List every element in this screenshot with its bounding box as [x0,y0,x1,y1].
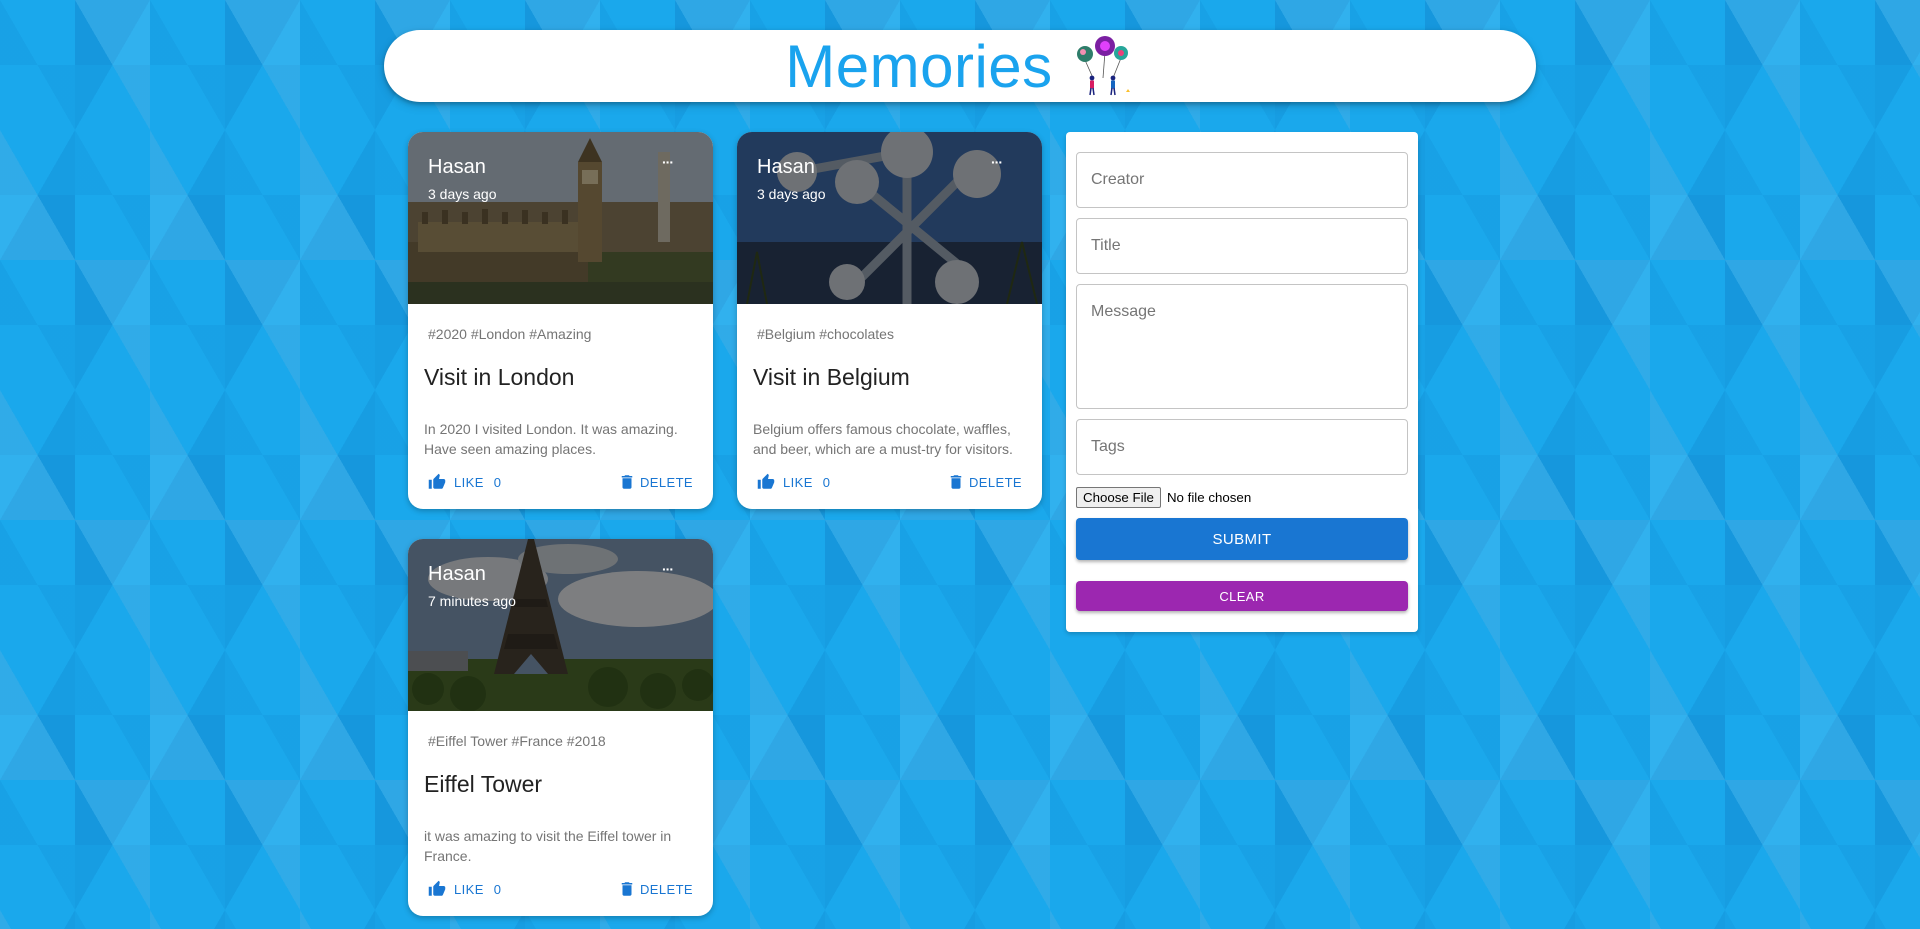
like-label: LIKE [454,474,484,490]
submit-button[interactable]: SUBMIT [1076,518,1408,560]
post-tags: #Eiffel Tower #France #2018 [428,733,606,749]
tags-input[interactable] [1077,420,1407,456]
like-count: 0 [493,881,502,897]
like-button[interactable]: LIKE 0 [757,473,830,491]
creator-input[interactable] [1077,153,1407,189]
post-creator: Hasan [428,156,486,178]
title-field-box [1076,218,1408,274]
post-tags: #Belgium #chocolates [757,326,894,342]
card-media: Hasan 7 minutes ago ··· [408,539,713,711]
delete-button[interactable]: DELETE [618,880,693,898]
delete-label: DELETE [969,474,1022,490]
delete-label: DELETE [640,881,693,897]
app-title: Memories [785,32,1053,100]
post-title: Visit in London [424,364,575,390]
memory-form: Choose File No file chosen SUBMIT CLEAR [1066,132,1418,632]
post-message: it was amazing to visit the Eiffel tower… [424,828,672,864]
message-input[interactable] [1077,285,1407,375]
post-message: In 2020 I visited London. It was amazing… [424,421,678,457]
card-actions: LIKE 0 DELETE [408,866,713,916]
post-tags: #2020 #London #Amazing [428,326,592,342]
post-creator: Hasan [757,156,815,178]
like-count: 0 [493,474,502,490]
post-message: Belgium offers famous chocolate, waffles… [753,421,1013,457]
thumb-up-icon [428,473,446,489]
more-options-icon[interactable]: ··· [991,154,1003,170]
app-bar: Memories [384,30,1536,102]
delete-button[interactable]: DELETE [947,473,1022,491]
post-creator: Hasan [428,563,486,585]
thumb-up-icon [428,880,446,896]
post-title: Visit in Belgium [753,364,910,390]
post-title: Eiffel Tower [424,771,543,797]
memory-card: Hasan 3 days ago ··· #2020 #London #Amaz… [408,132,713,509]
memory-card: Hasan 7 minutes ago ··· #Eiffel Tower #F… [408,539,713,916]
thumb-up-icon [757,473,775,489]
post-time: 3 days ago [757,186,826,202]
post-time: 7 minutes ago [428,593,516,609]
like-count: 0 [822,474,831,490]
card-media: Hasan 3 days ago ··· [408,132,713,304]
more-options-icon[interactable]: ··· [662,154,674,170]
choose-file-button[interactable]: Choose File [1076,487,1161,508]
card-actions: LIKE 0 DELETE [408,459,713,509]
file-status: No file chosen [1166,490,1252,505]
trash-icon [621,882,633,896]
memory-card: Hasan 3 days ago ··· #Belgium #chocolate… [737,132,1042,509]
like-button[interactable]: LIKE 0 [428,880,501,898]
like-label: LIKE [783,474,813,490]
clear-button[interactable]: CLEAR [1076,581,1408,611]
delete-button[interactable]: DELETE [618,473,693,491]
creator-field-box [1076,152,1408,208]
card-media: Hasan 3 days ago ··· [737,132,1042,304]
message-field-box [1076,284,1408,409]
trash-icon [621,475,633,489]
like-button[interactable]: LIKE 0 [428,473,501,491]
card-actions: LIKE 0 DELETE [737,459,1042,509]
like-label: LIKE [454,881,484,897]
more-options-icon[interactable]: ··· [662,561,674,577]
balloons-people-icon [1076,36,1130,96]
title-input[interactable] [1077,219,1407,255]
tags-field-box [1076,419,1408,475]
trash-icon [950,475,962,489]
delete-label: DELETE [640,474,693,490]
file-input: Choose File No file chosen [1076,487,1251,508]
post-time: 3 days ago [428,186,497,202]
